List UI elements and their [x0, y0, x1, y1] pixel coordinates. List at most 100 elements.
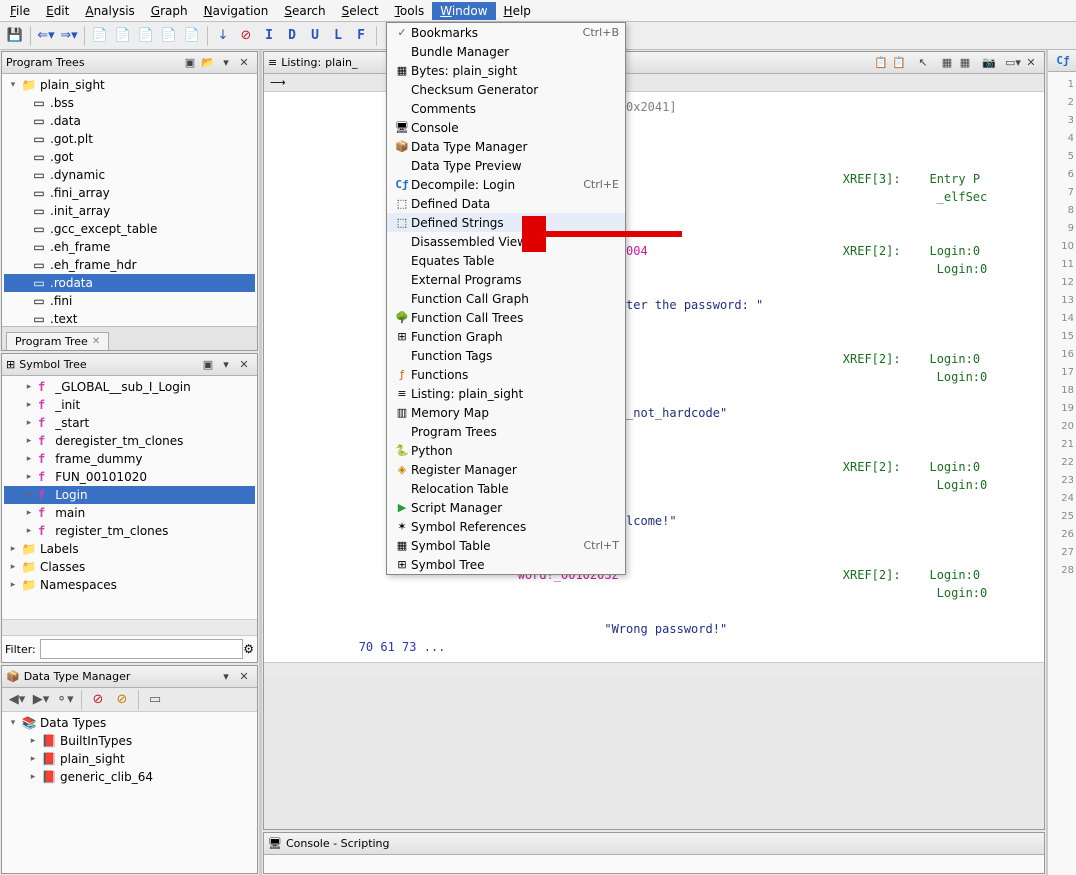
close-icon[interactable]: ✕: [235, 668, 253, 686]
menu-item-program-trees[interactable]: Program Trees: [387, 422, 625, 441]
menu-item-function-call-trees[interactable]: 🌳Function Call Trees: [387, 308, 625, 327]
down-arrow-icon[interactable]: ↓: [212, 25, 234, 47]
console-body[interactable]: [264, 855, 1044, 873]
decompile-icon[interactable]: Cƒ: [1054, 52, 1072, 70]
menu-select[interactable]: Select: [334, 2, 387, 20]
filter-icon[interactable]: ⚬▾: [54, 689, 76, 711]
listing-body[interactable]: CTS [0x2000 - 0x2041] 00-ram:00102041 ed…: [264, 92, 1044, 662]
i-button[interactable]: I: [258, 25, 280, 47]
filter-input[interactable]: [40, 639, 243, 659]
menu-item-defined-data[interactable]: ⬚Defined Data: [387, 194, 625, 213]
menu-item-bundle-manager[interactable]: Bundle Manager: [387, 42, 625, 61]
cursor-icon[interactable]: ↖: [914, 54, 932, 72]
tree-root[interactable]: ▾plain_sight: [4, 76, 255, 94]
panel-action-icon[interactable]: ▣: [181, 54, 199, 72]
tree-item--eh-frame-hdr[interactable]: ▭.eh_frame_hdr: [4, 256, 255, 274]
menu-item-functions[interactable]: ƒFunctions: [387, 365, 625, 384]
panel-action-icon[interactable]: ▣: [199, 356, 217, 374]
menu-item-data-type-manager[interactable]: 📦Data Type Manager: [387, 137, 625, 156]
tree-item--got-plt[interactable]: ▭.got.plt: [4, 130, 255, 148]
close-icon[interactable]: ✕: [1022, 54, 1040, 72]
menu-item-listing-plain-sight[interactable]: ≡Listing: plain_sight: [387, 384, 625, 403]
no-entry-icon[interactable]: ⊘: [235, 25, 257, 47]
menu-item-data-type-preview[interactable]: Data Type Preview: [387, 156, 625, 175]
menu-item-symbol-table[interactable]: ▦Symbol TableCtrl+T: [387, 536, 625, 555]
back-icon[interactable]: ◀▾: [6, 689, 28, 711]
tree-item--fini-array[interactable]: ▭.fini_array: [4, 184, 255, 202]
tree-item--gcc-except-table[interactable]: ▭.gcc_except_table: [4, 220, 255, 238]
menu-item-equates-table[interactable]: Equates Table: [387, 251, 625, 270]
menu-search[interactable]: Search: [276, 2, 333, 20]
l-button[interactable]: L: [327, 25, 349, 47]
folder-labels[interactable]: ▸Labels: [4, 540, 255, 558]
menu-item-python[interactable]: 🐍Python: [387, 441, 625, 460]
tree-item--init-array[interactable]: ▭.init_array: [4, 202, 255, 220]
menu-item-memory-map[interactable]: ▥Memory Map: [387, 403, 625, 422]
toggle-icon[interactable]: ⊘: [87, 689, 109, 711]
folder-classes[interactable]: ▸Classes: [4, 558, 255, 576]
layout-icon[interactable]: ▦: [956, 54, 974, 72]
menu-item-disassembled-view[interactable]: Disassembled View: [387, 232, 625, 251]
symbol--start[interactable]: ▸f_start: [4, 414, 255, 432]
symbol-deregister-tm-clones[interactable]: ▸fderegister_tm_clones: [4, 432, 255, 450]
camera-icon[interactable]: 📷: [980, 54, 998, 72]
menu-window[interactable]: Window: [432, 2, 495, 20]
close-icon[interactable]: ✕: [235, 54, 253, 72]
menu-analysis[interactable]: Analysis: [77, 2, 142, 20]
layout-icon[interactable]: ▦: [938, 54, 956, 72]
tree-item--dynamic[interactable]: ▭.dynamic: [4, 166, 255, 184]
save-icon[interactable]: 💾: [4, 25, 26, 47]
symbol-frame-dummy[interactable]: ▸fframe_dummy: [4, 450, 255, 468]
tool-icon[interactable]: 📄: [89, 25, 111, 47]
scrollbar[interactable]: [2, 619, 257, 635]
d-button[interactable]: D: [281, 25, 303, 47]
menu-item-checksum-generator[interactable]: Checksum Generator: [387, 80, 625, 99]
tool-icon[interactable]: 📄: [112, 25, 134, 47]
close-icon[interactable]: ✕: [92, 336, 100, 347]
tab-program-tree[interactable]: Program Tree ✕: [6, 332, 109, 350]
nav-arrow-icon[interactable]: ⟶: [270, 76, 286, 89]
f-button[interactable]: F: [350, 25, 372, 47]
menu-item-function-call-graph[interactable]: Function Call Graph: [387, 289, 625, 308]
menu-item-function-tags[interactable]: Function Tags: [387, 346, 625, 365]
tree-item--fini[interactable]: ▭.fini: [4, 292, 255, 310]
tool-icon[interactable]: 📄: [135, 25, 157, 47]
tool-icon[interactable]: 📄: [181, 25, 203, 47]
menu-item-console[interactable]: 🖥Console: [387, 118, 625, 137]
dt-item-generic-clib-64[interactable]: ▸📕generic_clib_64: [4, 768, 255, 786]
symbol--global-sub-i-login[interactable]: ▸f_GLOBAL__sub_I_Login: [4, 378, 255, 396]
back-arrow-icon[interactable]: ⇐▾: [35, 25, 57, 47]
menu-item-external-programs[interactable]: External Programs: [387, 270, 625, 289]
tree-item--text[interactable]: ▭.text: [4, 310, 255, 326]
tree-item--bss[interactable]: ▭.bss: [4, 94, 255, 112]
close-icon[interactable]: ✕: [235, 356, 253, 374]
forward-arrow-icon[interactable]: ⇒▾: [58, 25, 80, 47]
tree-item--eh-frame[interactable]: ▭.eh_frame: [4, 238, 255, 256]
menu-graph[interactable]: Graph: [143, 2, 196, 20]
menu-item-symbol-references[interactable]: ✶Symbol References: [387, 517, 625, 536]
menu-file[interactable]: File: [2, 2, 38, 20]
tool-icon[interactable]: 📄: [158, 25, 180, 47]
menu-tools[interactable]: Tools: [387, 2, 433, 20]
copy-icon[interactable]: 📋: [872, 54, 890, 72]
panel-menu-icon[interactable]: ▾: [217, 668, 235, 686]
panel-action-icon[interactable]: 📂: [199, 54, 217, 72]
symbol-main[interactable]: ▸fmain: [4, 504, 255, 522]
paste-icon[interactable]: 📋: [890, 54, 908, 72]
panel-menu-icon[interactable]: ▾: [217, 54, 235, 72]
tree-item--got[interactable]: ▭.got: [4, 148, 255, 166]
menu-item-register-manager[interactable]: ◈Register Manager: [387, 460, 625, 479]
tree-item--rodata[interactable]: ▭.rodata: [4, 274, 255, 292]
symbol--init[interactable]: ▸f_init: [4, 396, 255, 414]
menu-item-bytes-plain-sight[interactable]: ▦Bytes: plain_sight: [387, 61, 625, 80]
layout-icon[interactable]: ▭: [144, 689, 166, 711]
menu-navigation[interactable]: Navigation: [196, 2, 277, 20]
dt-item-builtintypes[interactable]: ▸📕BuiltInTypes: [4, 732, 255, 750]
folder-namespaces[interactable]: ▸Namespaces: [4, 576, 255, 594]
menu-item-defined-strings[interactable]: ⬚Defined Strings: [387, 213, 625, 232]
symbol-register-tm-clones[interactable]: ▸fregister_tm_clones: [4, 522, 255, 540]
menu-item-function-graph[interactable]: ⊞Function Graph: [387, 327, 625, 346]
menu-item-bookmarks[interactable]: ✓BookmarksCtrl+B: [387, 23, 625, 42]
menu-item-comments[interactable]: Comments: [387, 99, 625, 118]
view-icon[interactable]: ▭▾: [1004, 54, 1022, 72]
